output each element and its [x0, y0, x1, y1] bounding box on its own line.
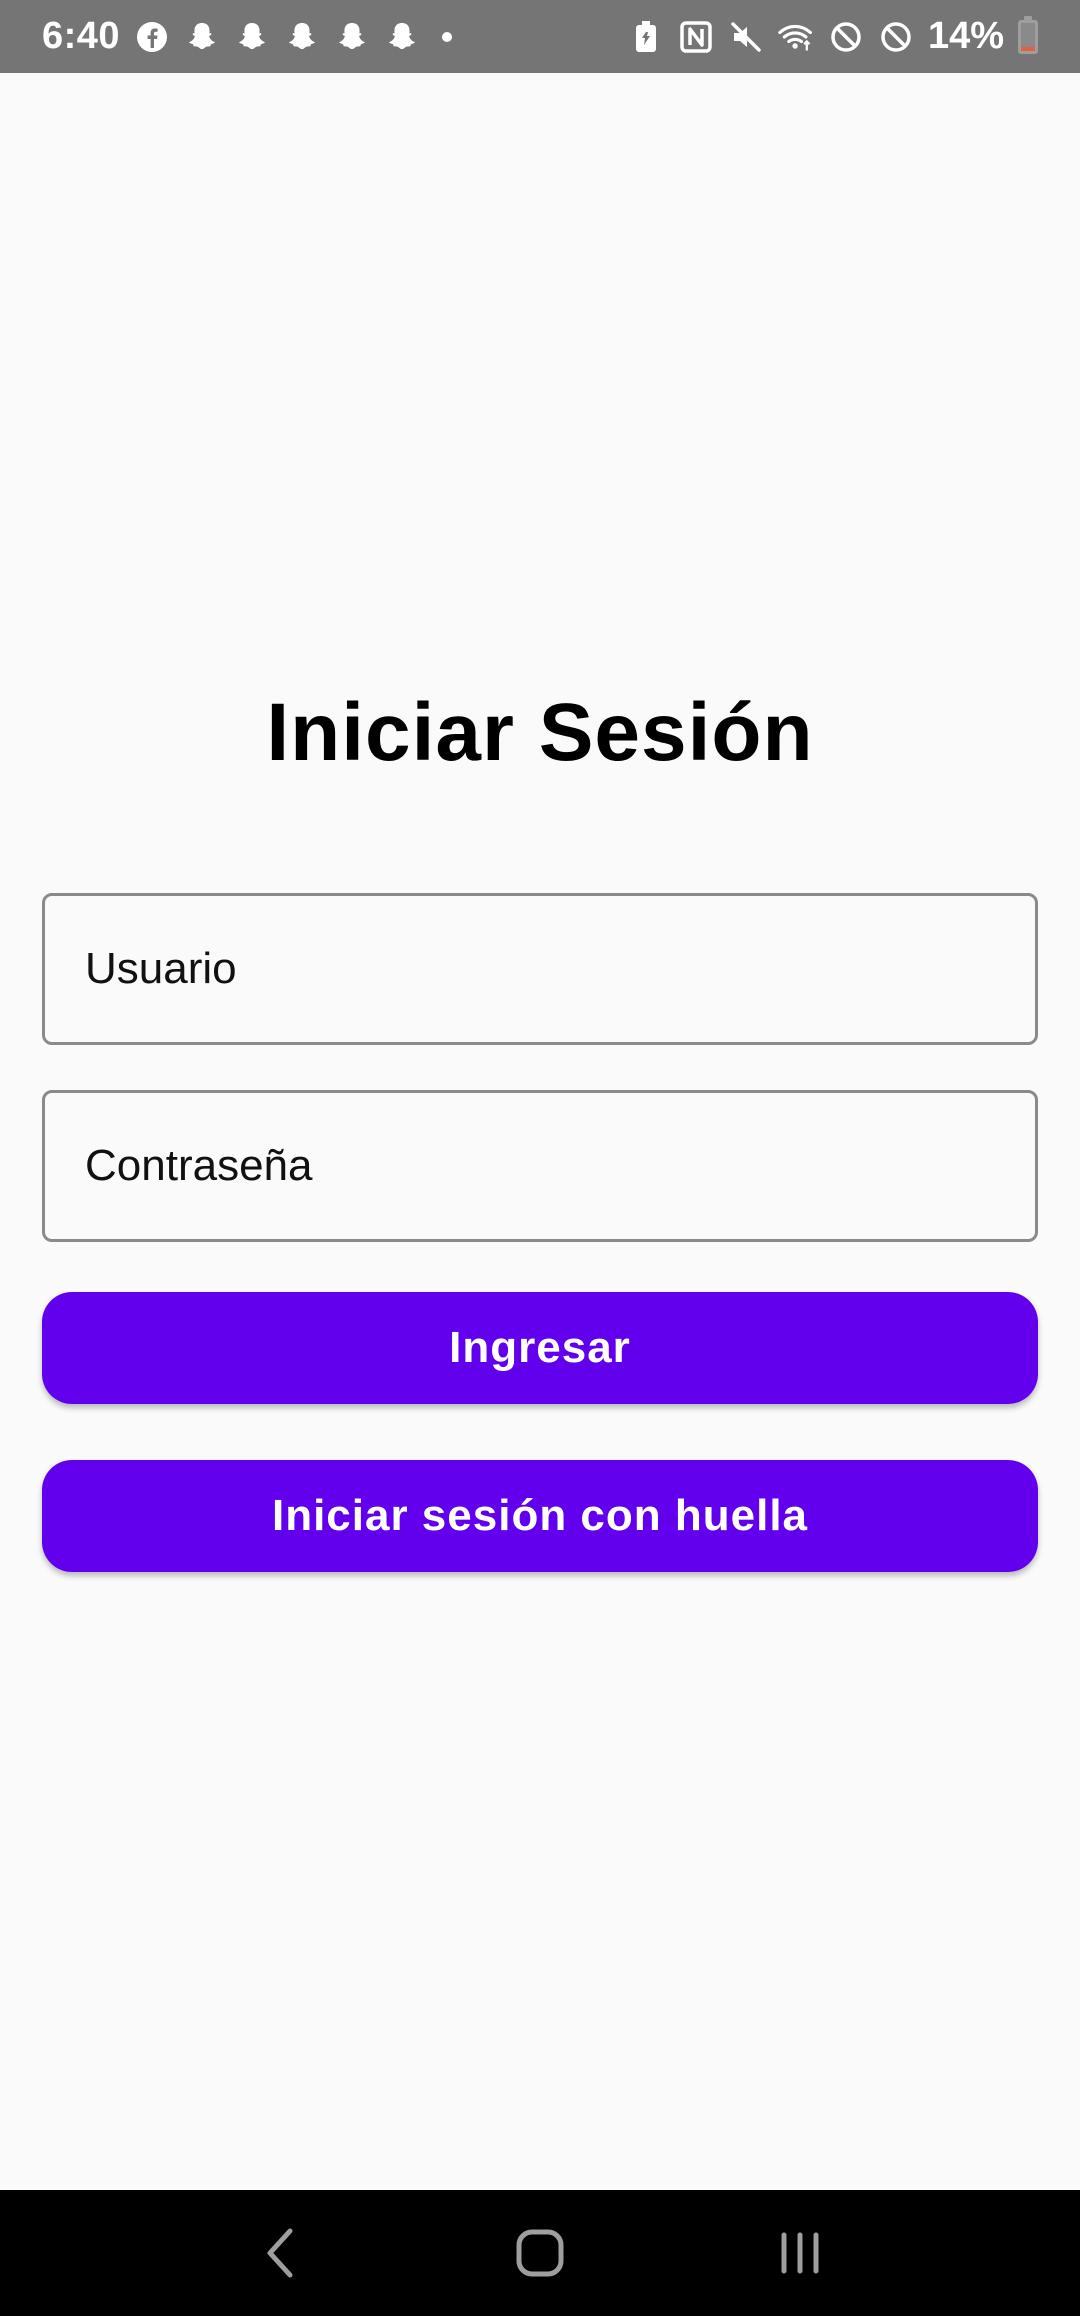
status-left: 6:40 [42, 15, 453, 58]
home-icon[interactable] [495, 2208, 585, 2298]
battery-icon [1018, 15, 1038, 54]
wifi-icon [778, 19, 814, 55]
battery-percentage: 14% [927, 15, 1004, 57]
username-input[interactable] [85, 944, 1035, 994]
username-field[interactable] [42, 893, 1038, 1045]
password-input[interactable] [85, 1141, 1035, 1191]
do-not-disturb-icon [828, 19, 864, 55]
more-dot-icon [442, 31, 453, 42]
facebook-icon [134, 19, 170, 55]
back-icon[interactable] [235, 2208, 325, 2298]
status-bar: 6:40 14% [0, 0, 1080, 73]
fingerprint-login-button[interactable]: Iniciar sesión con huella [42, 1460, 1038, 1572]
snapchat-icon [384, 19, 420, 55]
snapchat-icon [234, 19, 270, 55]
snapchat-icon [284, 19, 320, 55]
nfc-icon [678, 19, 714, 55]
login-button[interactable]: Ingresar [42, 1292, 1038, 1404]
password-field[interactable] [42, 1090, 1038, 1242]
snapchat-icon [334, 19, 370, 55]
snapchat-icon [184, 19, 220, 55]
status-time: 6:40 [42, 15, 121, 57]
battery-saver-icon [628, 19, 664, 55]
blocked-icon [878, 19, 914, 55]
status-right: 14% [628, 15, 1038, 58]
page-title: Iniciar Sesión [266, 687, 814, 778]
navigation-bar [0, 2190, 1080, 2316]
battery-level-fill [1021, 46, 1035, 51]
recents-icon[interactable] [755, 2208, 845, 2298]
mute-icon [728, 19, 764, 55]
